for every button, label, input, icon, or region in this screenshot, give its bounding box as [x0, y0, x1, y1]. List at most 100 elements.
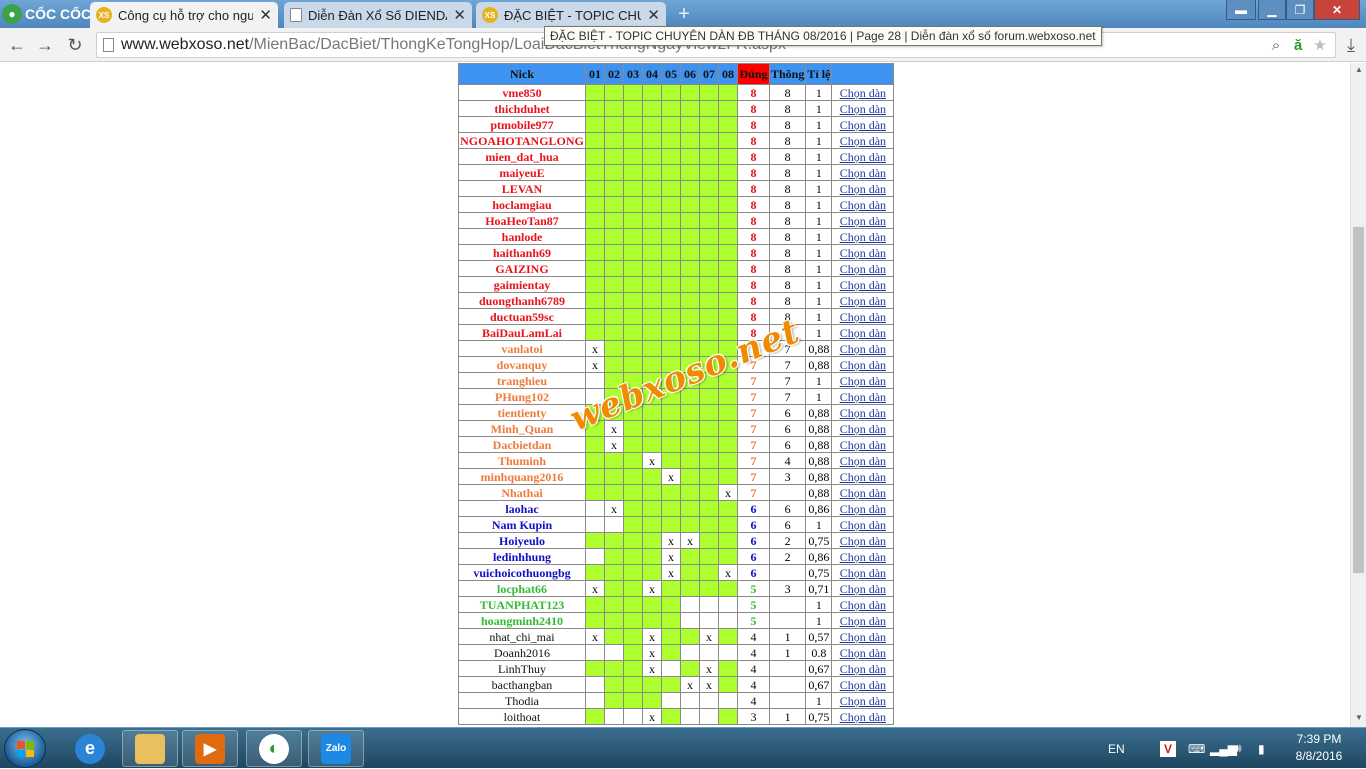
tab-3[interactable]: XS ĐẶC BIỆT - TOPIC CHUYÊN ✕	[476, 2, 666, 28]
chon-dan-link[interactable]: Chọn dàn	[840, 150, 886, 164]
reload-icon[interactable]: ↻	[64, 34, 86, 56]
back-arrow-icon[interactable]: ←	[6, 34, 28, 56]
day-cell	[585, 436, 605, 453]
chon-dan-link[interactable]: Chọn dàn	[840, 438, 886, 452]
vietnamese-input-icon[interactable]: ă	[1289, 37, 1307, 55]
scrollbar-thumb[interactable]	[1353, 227, 1364, 573]
tile-cell: 0,67	[805, 660, 833, 677]
system-clock[interactable]: 7:39 PM 8/8/2016	[1280, 731, 1358, 765]
battery-icon[interactable]: ▮	[1258, 728, 1265, 769]
chon-dan-link[interactable]: Chọn dàn	[840, 422, 886, 436]
header-day[interactable]: 07	[699, 63, 719, 85]
chon-dan-link[interactable]: Chọn dàn	[840, 214, 886, 228]
download-icon[interactable]: ⤓	[1340, 34, 1362, 56]
chon-dan-link[interactable]: Chọn dàn	[840, 406, 886, 420]
chon-dan-link[interactable]: Chọn dàn	[840, 486, 886, 500]
chon-dan-link[interactable]: Chọn dàn	[840, 518, 886, 532]
chon-dan-link[interactable]: Chọn dàn	[840, 646, 886, 660]
start-button[interactable]	[4, 729, 46, 768]
header-day[interactable]: 05	[661, 63, 681, 85]
chon-dan-link[interactable]: Chọn dàn	[840, 182, 886, 196]
chon-dan-link[interactable]: Chọn dàn	[840, 662, 886, 676]
header-day[interactable]: 03	[623, 63, 643, 85]
day-cell	[699, 532, 719, 549]
chon-dan-link[interactable]: Chọn dàn	[840, 454, 886, 468]
header-day[interactable]: 02	[604, 63, 624, 85]
keyboard-icon[interactable]: ⌨	[1188, 728, 1205, 769]
chon-dan-link[interactable]: Chọn dàn	[840, 166, 886, 180]
header-day[interactable]: 04	[642, 63, 662, 85]
close-icon[interactable]: ✕	[453, 6, 466, 24]
chon-dan-link[interactable]: Chọn dàn	[840, 582, 886, 596]
maximize-icon[interactable]: ❐	[1286, 0, 1314, 20]
chon-dan-link[interactable]: Chọn dàn	[840, 534, 886, 548]
chon-dan-link[interactable]: Chọn dàn	[840, 550, 886, 564]
chon-dan-link[interactable]: Chọn dàn	[840, 118, 886, 132]
chon-dan-link[interactable]: Chọn dàn	[840, 614, 886, 628]
star-icon[interactable]: ★	[1311, 37, 1329, 55]
internet-explorer-app[interactable]: e	[62, 730, 118, 767]
close-icon[interactable]: ✕	[259, 6, 272, 24]
scroll-down-icon[interactable]: ▼	[1354, 713, 1364, 722]
chon-dan-link[interactable]: Chọn dàn	[840, 630, 886, 644]
chon-dan-link[interactable]: Chọn dàn	[840, 374, 886, 388]
tray-app-icon[interactable]: V	[1160, 728, 1176, 769]
header-thong[interactable]: Thông	[768, 63, 807, 85]
new-tab-icon[interactable]: +	[674, 4, 694, 24]
header-dung[interactable]: Đúng	[737, 63, 770, 85]
chon-dan-link[interactable]: Chọn dàn	[840, 278, 886, 292]
dung-cell: 8	[737, 260, 770, 277]
download-menu-icon[interactable]: ▬	[1226, 0, 1256, 20]
media-player-app[interactable]: ▶	[182, 730, 238, 767]
header-day[interactable]: 08	[718, 63, 738, 85]
vertical-scrollbar[interactable]: ▲ ▼	[1350, 63, 1366, 727]
file-explorer-app[interactable]	[122, 730, 178, 767]
chon-dan-link[interactable]: Chọn dàn	[840, 470, 886, 484]
coccoc-browser-app[interactable]: ◐	[246, 730, 302, 767]
action-cell: Chọn dàn	[831, 548, 895, 565]
chon-dan-link[interactable]: Chọn dàn	[840, 342, 886, 356]
chon-dan-link[interactable]: Chọn dàn	[840, 390, 886, 404]
day-cell	[661, 596, 681, 613]
chon-dan-link[interactable]: Chọn dàn	[840, 246, 886, 260]
chon-dan-link[interactable]: Chọn dàn	[840, 198, 886, 212]
volume-icon[interactable]: 🔊︎	[1234, 728, 1242, 769]
chon-dan-link[interactable]: Chọn dàn	[840, 294, 886, 308]
chon-dan-link[interactable]: Chọn dàn	[840, 598, 886, 612]
chon-dan-link[interactable]: Chọn dàn	[840, 502, 886, 516]
chon-dan-link[interactable]: Chọn dàn	[840, 262, 886, 276]
day-cell	[585, 452, 605, 469]
dung-cell: 7	[737, 372, 770, 389]
chon-dan-link[interactable]: Chọn dàn	[840, 694, 886, 708]
header-nick[interactable]: Nick	[458, 63, 586, 85]
day-cell	[585, 148, 605, 165]
header-day[interactable]: 01	[585, 63, 605, 85]
search-icon[interactable]: ⌕	[1267, 37, 1285, 55]
chon-dan-link[interactable]: Chọn dàn	[840, 230, 886, 244]
signal-icon[interactable]: ▂▄▆	[1210, 728, 1237, 769]
chon-dan-link[interactable]: Chọn dàn	[840, 134, 886, 148]
close-icon[interactable]: ✕	[647, 6, 660, 24]
scroll-up-icon[interactable]: ▲	[1354, 65, 1364, 74]
zalo-app[interactable]: Zalo	[308, 730, 364, 767]
chon-dan-link[interactable]: Chọn dàn	[840, 710, 886, 724]
forward-arrow-icon[interactable]: →	[34, 34, 56, 56]
chon-dan-link[interactable]: Chọn dàn	[840, 310, 886, 324]
chon-dan-link[interactable]: Chọn dàn	[840, 102, 886, 116]
chon-dan-link[interactable]: Chọn dàn	[840, 86, 886, 100]
language-indicator[interactable]: EN	[1108, 728, 1125, 769]
day-cell	[661, 340, 681, 357]
chon-dan-link[interactable]: Chọn dàn	[840, 326, 886, 340]
table-row: maiyeuE 8 8 1 Chọn dàn	[458, 164, 895, 181]
minimize-icon[interactable]: ▁	[1258, 0, 1286, 20]
header-day[interactable]: 06	[680, 63, 700, 85]
chon-dan-link[interactable]: Chọn dàn	[840, 358, 886, 372]
tab-1[interactable]: XS Công cụ hỗ trợ cho người ✕	[90, 2, 278, 28]
tab-2[interactable]: Diễn Đàn Xổ Số DIENDAN ✕	[284, 2, 472, 28]
tile-cell: 1	[805, 196, 833, 213]
header-tile[interactable]: Tỉ lệ	[805, 63, 833, 85]
window-close-icon[interactable]: ✕	[1314, 0, 1360, 20]
chon-dan-link[interactable]: Chọn dàn	[840, 678, 886, 692]
chon-dan-link[interactable]: Chọn dàn	[840, 566, 886, 580]
coccoc-brand[interactable]: ● CỐC CỐC	[2, 2, 91, 26]
